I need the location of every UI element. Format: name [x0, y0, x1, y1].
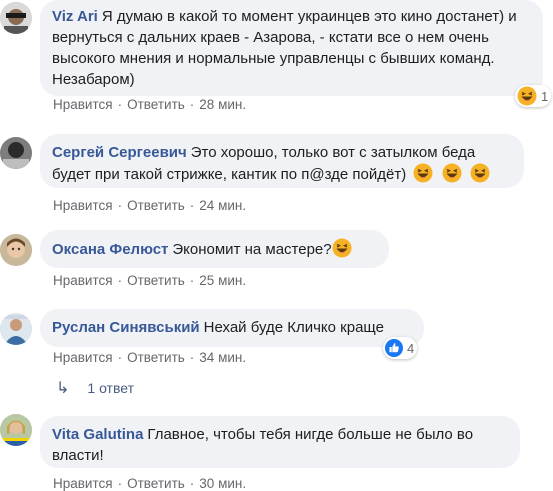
timestamp[interactable]: 28 мин.	[199, 97, 246, 112]
comment-actions: Нравится · Ответить · 28 мин.	[53, 97, 246, 112]
reaction-badge[interactable]: 4	[383, 337, 418, 359]
timestamp[interactable]: 34 мин.	[199, 350, 246, 365]
separator-dot: ·	[189, 350, 195, 365]
view-replies-link[interactable]: ↳ 1 ответ	[56, 378, 134, 398]
comment-actions: Нравится · Ответить · 34 мин.	[53, 350, 246, 365]
comment-text: Экономит на мастере?	[172, 241, 332, 258]
comment-text: Я думаю в какой то момент украинцев это …	[52, 8, 517, 88]
reaction-count: 4	[407, 340, 415, 356]
comment-bubble: Vita Galutina Главное, чтобы тебя нигде б…	[40, 416, 520, 468]
like-link[interactable]: Нравится	[53, 198, 113, 213]
separator-dot: ·	[117, 97, 123, 112]
like-link[interactable]: Нравится	[53, 273, 113, 288]
reply-link[interactable]: Ответить	[127, 273, 185, 288]
reply-link[interactable]: Ответить	[127, 97, 185, 112]
comment-author[interactable]: Сергей Сергеевич	[52, 144, 187, 161]
timestamp[interactable]: 25 мин.	[199, 273, 246, 288]
comment-author[interactable]: Оксана Фелюст	[52, 241, 168, 258]
separator-dot: ·	[117, 476, 123, 491]
comment-bubble: Сергей Сергеевич Это хорошо, только вот с…	[40, 134, 524, 188]
like-link[interactable]: Нравится	[53, 350, 113, 365]
haha-emoji-icon	[517, 86, 537, 106]
timestamp[interactable]: 30 мин.	[199, 476, 246, 491]
comment-actions: Нравится · Ответить · 25 мин.	[53, 273, 246, 288]
separator-dot: ·	[189, 198, 195, 213]
avatar[interactable]	[0, 2, 32, 34]
avatar[interactable]	[0, 234, 32, 266]
comment-text: Нехай буде Кличко краще	[203, 319, 384, 336]
comment-author[interactable]: Viz Ari	[52, 8, 98, 25]
comment-bubble: Оксана Фелюст Экономит на мастере?	[40, 230, 389, 268]
separator-dot: ·	[189, 273, 195, 288]
separator-dot: ·	[189, 476, 195, 491]
comment-actions: Нравится · Ответить · 24 мин.	[53, 198, 246, 213]
like-link[interactable]: Нравится	[53, 476, 113, 491]
avatar[interactable]	[0, 414, 32, 446]
avatar[interactable]	[0, 137, 32, 169]
haha-emoji-icon	[470, 163, 490, 183]
like-link[interactable]: Нравится	[53, 97, 113, 112]
reply-link[interactable]: Ответить	[127, 198, 185, 213]
reply-link[interactable]: Ответить	[127, 350, 185, 365]
reply-arrow-icon: ↳	[56, 380, 70, 397]
reply-link[interactable]: Ответить	[127, 476, 185, 491]
timestamp[interactable]: 24 мин.	[199, 198, 246, 213]
separator-dot: ·	[117, 198, 123, 213]
separator-dot: ·	[117, 350, 123, 365]
reaction-badge[interactable]: 1	[515, 85, 552, 107]
comment-bubble: Руслан Синявський Нехай буде Кличко краще	[40, 309, 424, 347]
comment-bubble: Viz Ari Я думаю в какой то момент украинц…	[40, 0, 543, 96]
avatar[interactable]	[0, 313, 32, 345]
separator-dot: ·	[117, 273, 123, 288]
haha-emoji-icon	[332, 238, 352, 258]
like-reaction-icon	[385, 339, 403, 357]
separator-dot: ·	[189, 97, 195, 112]
replies-count[interactable]: 1 ответ	[87, 380, 134, 396]
comment-actions: Нравится · Ответить · 30 мин.	[53, 476, 246, 491]
reaction-count: 1	[541, 88, 549, 104]
haha-emoji-icon	[442, 163, 462, 183]
comment-author[interactable]: Vita Galutina	[52, 426, 143, 443]
comment-author[interactable]: Руслан Синявський	[52, 319, 200, 336]
haha-emoji-icon	[413, 163, 433, 183]
